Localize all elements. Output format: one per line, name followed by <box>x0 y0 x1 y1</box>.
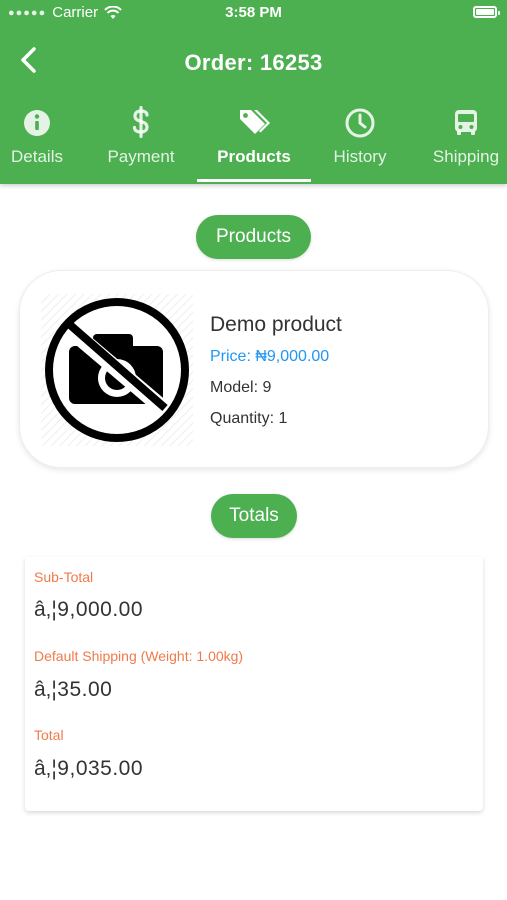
clock-icon <box>345 108 375 138</box>
tab-label: Details <box>11 147 63 166</box>
bus-icon <box>455 110 477 135</box>
product-card[interactable]: Demo product Price: ₦9,000.00 Model: 9 Q… <box>19 270 489 468</box>
battery-icon <box>473 6 500 18</box>
status-bar: ●●●●● Carrier 3:58 PM <box>0 0 507 28</box>
product-quantity: Quantity: 1 <box>210 410 288 427</box>
tab-details[interactable]: Details <box>0 104 74 184</box>
shipping-label: Default Shipping (Weight: 1.00kg) <box>34 648 244 664</box>
tab-bar: Details Payment Products History Shippin… <box>0 104 507 184</box>
total-label: Total <box>34 727 64 743</box>
tags-icon <box>240 110 270 134</box>
shipping-value: â‚¦35.00 <box>34 678 113 701</box>
tab-shipping[interactable]: Shipping <box>427 104 505 184</box>
tab-label: Payment <box>107 147 175 166</box>
product-model: Model: 9 <box>210 379 272 396</box>
no-camera-icon <box>41 294 193 446</box>
subtotal-value: â‚¦9,000.00 <box>34 598 144 621</box>
totals-card: Sub-Total â‚¦9,000.00 Default Shipping (… <box>25 557 483 811</box>
product-name: Demo product <box>210 313 342 336</box>
tab-label: History <box>333 147 387 166</box>
tab-label: Products <box>217 147 291 166</box>
tab-label: Shipping <box>432 147 500 166</box>
total-value: â‚¦9,035.00 <box>34 757 144 780</box>
status-time: 3:58 PM <box>225 4 282 21</box>
products-section-label: Products <box>196 215 311 259</box>
app-header: ●●●●● Carrier 3:58 PM Order: 16253 Detai… <box>0 0 507 184</box>
info-icon <box>24 110 50 136</box>
active-tab-indicator <box>197 179 311 182</box>
subtotal-label: Sub-Total <box>34 569 94 585</box>
tab-payment[interactable]: Payment <box>97 104 185 184</box>
page-title: Order: 16253 <box>184 50 323 75</box>
dollar-icon <box>132 106 149 138</box>
totals-section-label: Totals <box>211 494 297 538</box>
tab-products[interactable]: Products <box>197 104 311 184</box>
tab-history[interactable]: History <box>323 104 397 184</box>
product-price: Price: ₦9,000.00 <box>210 348 330 365</box>
